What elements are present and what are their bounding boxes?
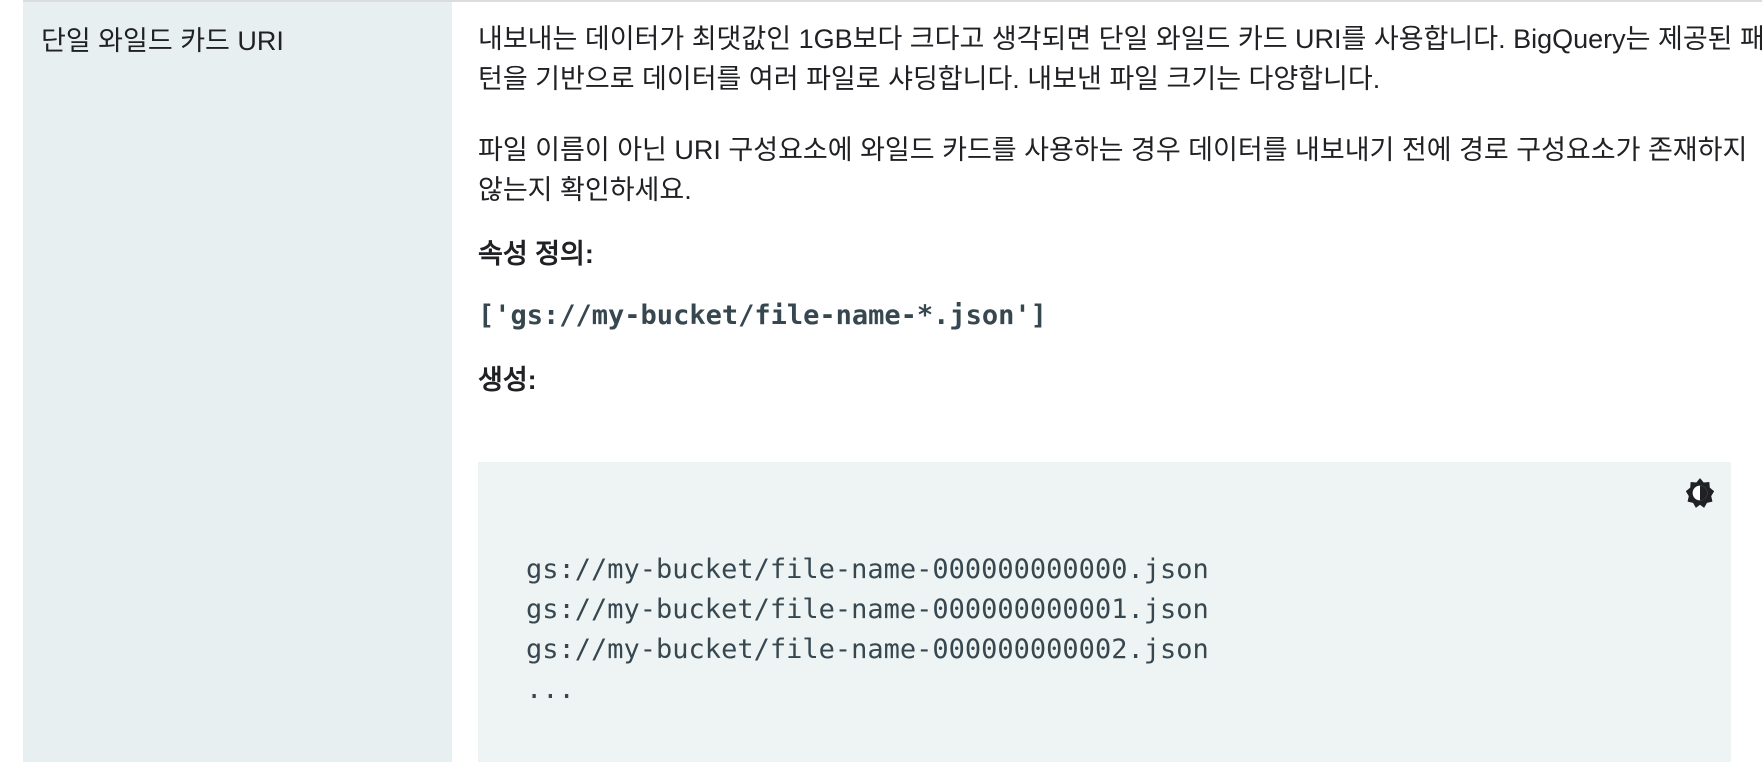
code-block: gs://my-bucket/file-name-000000000000.js…: [478, 462, 1731, 762]
property-name-cell: 단일 와일드 카드 URI: [23, 2, 452, 762]
code-line: gs://my-bucket/file-name-000000000001.js…: [526, 594, 1209, 625]
code-output: gs://my-bucket/file-name-000000000000.js…: [526, 550, 1209, 710]
property-name: 단일 와일드 카드 URI: [41, 26, 284, 56]
code-line: ...: [526, 674, 575, 705]
code-line: gs://my-bucket/file-name-000000000002.js…: [526, 634, 1209, 665]
creates-label: 생성:: [478, 365, 537, 395]
code-line: gs://my-bucket/file-name-000000000000.js…: [526, 554, 1209, 585]
description-paragraph-2: 파일 이름이 아닌 URI 구성요소에 와일드 카드를 사용하는 경우 데이터를…: [478, 135, 1748, 205]
property-definition-code: ['gs://my-bucket/file-name-*.json']: [478, 300, 1047, 331]
table-row: 단일 와일드 카드 URI 내보내는 데이터가 최댓값인 1GB보다 크다고 생…: [23, 2, 1762, 762]
description-paragraph-1: 내보내는 데이터가 최댓값인 1GB보다 크다고 생각되면 단일 와일드 카드 …: [478, 24, 1762, 94]
dark-mode-toggle-icon[interactable]: [1683, 476, 1717, 510]
property-description-cell: 내보내는 데이터가 최댓값인 1GB보다 크다고 생각되면 단일 와일드 카드 …: [452, 2, 1762, 762]
property-table: 단일 와일드 카드 URI 내보내는 데이터가 최댓값인 1GB보다 크다고 생…: [23, 0, 1762, 762]
property-definition-label: 속성 정의:: [478, 239, 594, 269]
